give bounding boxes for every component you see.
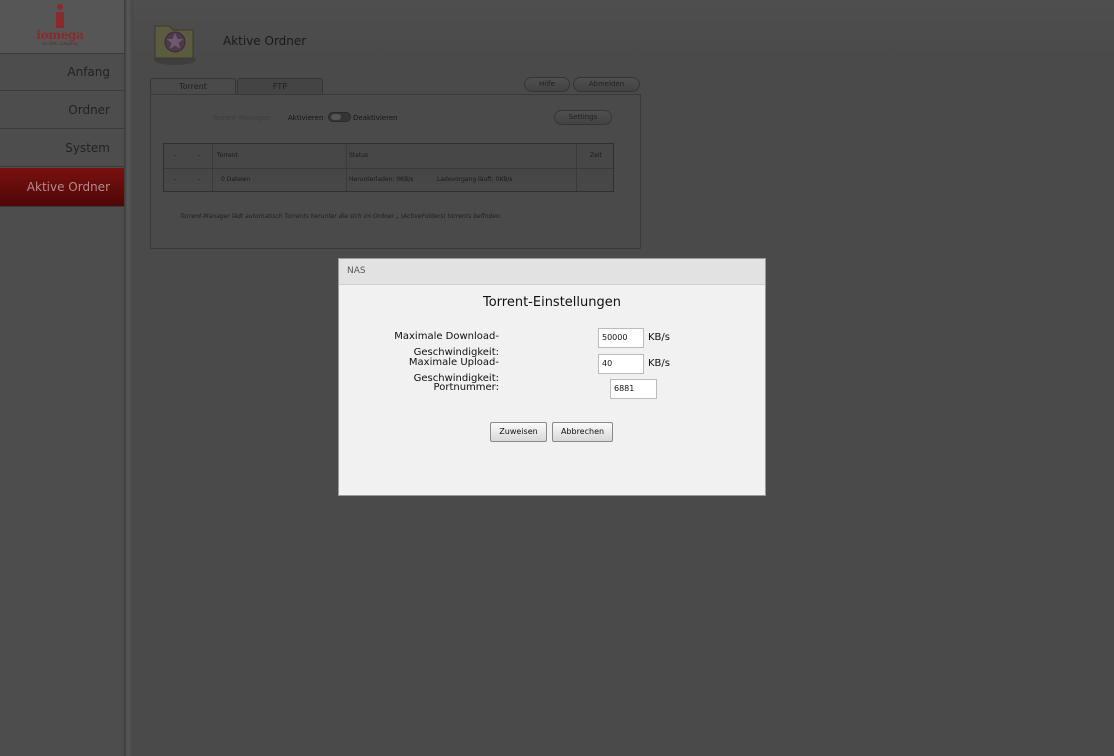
logo-mark [55, 4, 65, 28]
table-row[interactable]: - - 0 Dateien Herunterladen: 0KB/s Ladev… [164, 168, 613, 192]
help-button[interactable]: Hilfe [524, 77, 570, 92]
table-cell-download-status: Herunterladen: 0KB/s [349, 176, 414, 183]
table-header-torrent[interactable]: Torrent [217, 144, 238, 168]
dialog-window-title: NAS [347, 266, 366, 276]
table-header-status[interactable]: Status [349, 144, 368, 168]
torrent-manager-label: Torrent-Manager [212, 114, 270, 122]
download-unit: KB/s [648, 332, 670, 343]
enable-label[interactable]: Aktivieren [288, 114, 323, 122]
max-upload-input[interactable]: 40 [598, 354, 644, 374]
torrent-settings-dialog: NAS Torrent-Einstellungen Maximale Downl… [338, 258, 766, 496]
tab-ftp[interactable]: FTP [237, 78, 323, 94]
tab-torrent[interactable]: Torrent [150, 78, 236, 94]
download-label-line1: Maximale Download- [394, 331, 499, 342]
table-cell-upload-status: Ladevorgang läuft: 0KB/s [437, 176, 513, 183]
settings-button[interactable]: Settings [554, 110, 612, 125]
logout-button[interactable]: Abmelden [573, 77, 640, 92]
table-cell-col1: - [174, 176, 177, 183]
dialog-heading: Torrent-Einstellungen [482, 295, 621, 310]
sidebar-item-anfang[interactable]: Anfang [0, 54, 124, 91]
upload-unit: KB/s [648, 358, 670, 369]
table-header-col1[interactable]: - [174, 144, 176, 168]
port-input[interactable]: 6881 [610, 379, 657, 399]
sidebar-item-aktive-ordner[interactable]: Aktive Ordner [0, 168, 124, 207]
table-header-time[interactable]: Zeit [590, 144, 602, 168]
sidebar-item-ordner[interactable]: Ordner [0, 92, 124, 129]
table-cell-col2: - [198, 176, 201, 183]
sidebar-item-system[interactable]: System [0, 130, 124, 167]
torrent-table: - - Torrent Status Zeit - - 0 Dateien He… [163, 143, 614, 192]
dialog-titlebar[interactable]: NAS [339, 259, 765, 285]
port-label: Portnummer: [433, 382, 499, 393]
page-header [133, 0, 1114, 60]
upload-label-line1: Maximale Upload- [408, 357, 499, 368]
max-download-input[interactable]: 50000 [598, 328, 644, 348]
sidebar-divider [124, 0, 133, 756]
page-title: Aktive Ordner [223, 34, 307, 48]
disable-label[interactable]: Deaktivieren [353, 114, 398, 122]
torrent-manager-note: Torrent-Manager lädt automatisch Torrent… [180, 213, 502, 220]
apply-button[interactable]: Zuweisen [490, 422, 547, 442]
sidebar: iomega an EMC company Anfang Ordner Syst… [0, 0, 124, 756]
table-cell-torrent: 0 Dateien [221, 176, 251, 183]
table-header-row: - - Torrent Status Zeit [164, 144, 613, 169]
table-header-col2[interactable]: - [198, 144, 200, 168]
torrent-manager-toggle[interactable] [328, 112, 351, 122]
logo-brand: iomega [36, 28, 84, 42]
cancel-button[interactable]: Abbrechen [552, 422, 613, 442]
iomega-logo: iomega an EMC company [30, 4, 90, 50]
folder-icon [152, 18, 198, 66]
logo-area: iomega an EMC company [0, 0, 124, 54]
